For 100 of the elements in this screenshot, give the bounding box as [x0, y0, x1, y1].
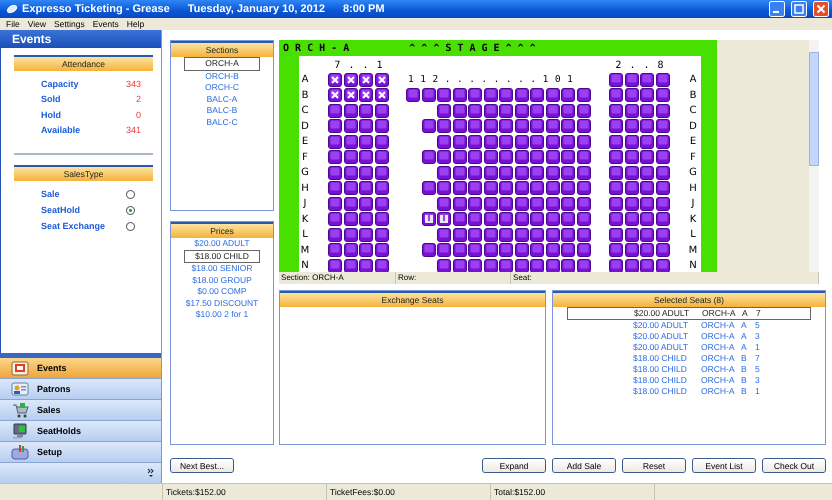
seat[interactable] — [640, 196, 654, 211]
seat[interactable] — [374, 119, 388, 134]
seat[interactable] — [624, 196, 638, 211]
seat[interactable] — [624, 88, 638, 102]
seat[interactable] — [546, 181, 560, 196]
seat[interactable] — [530, 119, 544, 134]
seat[interactable] — [328, 150, 342, 164]
seat[interactable] — [452, 212, 466, 226]
list-item[interactable]: ORCH-A — [184, 57, 260, 70]
seat[interactable] — [422, 119, 436, 134]
seat[interactable] — [576, 196, 590, 211]
action-button[interactable]: Reset — [622, 458, 686, 473]
seat[interactable] — [484, 228, 498, 242]
seat[interactable] — [484, 196, 498, 211]
seat[interactable] — [374, 243, 388, 258]
list-item[interactable]: BALC-A — [184, 94, 260, 105]
seat[interactable] — [656, 104, 670, 118]
seat[interactable] — [561, 181, 575, 196]
seat[interactable] — [328, 258, 342, 272]
seat[interactable] — [437, 228, 451, 242]
seat[interactable] — [452, 88, 466, 102]
seat[interactable] — [576, 228, 590, 242]
seat[interactable] — [406, 88, 420, 102]
seat[interactable] — [359, 228, 373, 242]
seat[interactable] — [328, 181, 342, 196]
seat[interactable] — [576, 119, 590, 134]
seat[interactable] — [576, 212, 590, 226]
action-button[interactable]: Add Sale — [552, 458, 616, 473]
seat[interactable] — [530, 228, 544, 242]
seat[interactable] — [452, 150, 466, 164]
seat[interactable] — [499, 88, 513, 102]
seat[interactable] — [328, 88, 342, 102]
seat[interactable] — [656, 166, 670, 180]
seat[interactable] — [468, 150, 482, 164]
seat[interactable] — [374, 150, 388, 164]
seat[interactable] — [530, 150, 544, 164]
seat[interactable] — [374, 72, 388, 87]
seat[interactable] — [561, 150, 575, 164]
seat[interactable] — [328, 104, 342, 118]
seat[interactable] — [624, 166, 638, 180]
seat[interactable] — [344, 104, 358, 118]
seat[interactable] — [561, 243, 575, 258]
chevron-icon[interactable] — [147, 468, 155, 478]
seat[interactable] — [484, 243, 498, 258]
seat[interactable] — [328, 134, 342, 149]
seat[interactable] — [359, 243, 373, 258]
seat[interactable] — [656, 212, 670, 226]
seat[interactable] — [344, 166, 358, 180]
seat[interactable] — [437, 243, 451, 258]
seat[interactable] — [374, 196, 388, 211]
seat[interactable] — [656, 119, 670, 134]
seat[interactable] — [656, 72, 670, 87]
seat[interactable] — [640, 134, 654, 149]
seat[interactable] — [422, 243, 436, 258]
seat[interactable] — [609, 243, 623, 258]
seat[interactable] — [499, 104, 513, 118]
seat[interactable] — [656, 150, 670, 164]
seat[interactable] — [452, 166, 466, 180]
seat[interactable] — [624, 212, 638, 226]
seat[interactable] — [624, 134, 638, 149]
seat[interactable] — [437, 104, 451, 118]
seat[interactable] — [576, 166, 590, 180]
seat[interactable] — [624, 243, 638, 258]
seat[interactable] — [499, 166, 513, 180]
seat[interactable] — [640, 258, 654, 272]
seat[interactable] — [484, 258, 498, 272]
seat[interactable] — [328, 166, 342, 180]
seat[interactable] — [499, 150, 513, 164]
seat[interactable] — [468, 104, 482, 118]
seat[interactable] — [546, 150, 560, 164]
list-item[interactable]: $20.00 ADULT — [184, 238, 260, 250]
list-item[interactable]: $20.00 ADULT ORCH-A A 1 — [567, 342, 811, 353]
list-item[interactable]: ORCH-B — [184, 70, 260, 82]
list-item[interactable]: $18.00 CHILD ORCH-A B 3 — [567, 375, 811, 386]
seat[interactable] — [374, 181, 388, 196]
seat[interactable] — [624, 181, 638, 196]
seat[interactable] — [452, 134, 466, 149]
menu-item[interactable]: View — [24, 19, 50, 29]
nav-item[interactable]: Events — [0, 358, 161, 379]
seat[interactable] — [359, 258, 373, 272]
seat[interactable] — [561, 88, 575, 102]
seat[interactable] — [640, 88, 654, 102]
seat[interactable] — [640, 104, 654, 118]
seat[interactable] — [640, 181, 654, 196]
seat[interactable] — [609, 181, 623, 196]
seat[interactable] — [514, 258, 528, 272]
seat[interactable] — [546, 196, 560, 211]
seat[interactable] — [640, 119, 654, 134]
seat[interactable] — [328, 196, 342, 211]
seat[interactable] — [546, 134, 560, 149]
seat[interactable] — [576, 258, 590, 272]
seat[interactable] — [468, 196, 482, 211]
seat[interactable] — [484, 150, 498, 164]
seat[interactable] — [546, 104, 560, 118]
scrollbar[interactable] — [809, 40, 819, 272]
seat[interactable] — [452, 258, 466, 272]
seat[interactable] — [468, 134, 482, 149]
seat[interactable] — [514, 150, 528, 164]
seat[interactable] — [609, 72, 623, 87]
seat[interactable] — [359, 212, 373, 226]
